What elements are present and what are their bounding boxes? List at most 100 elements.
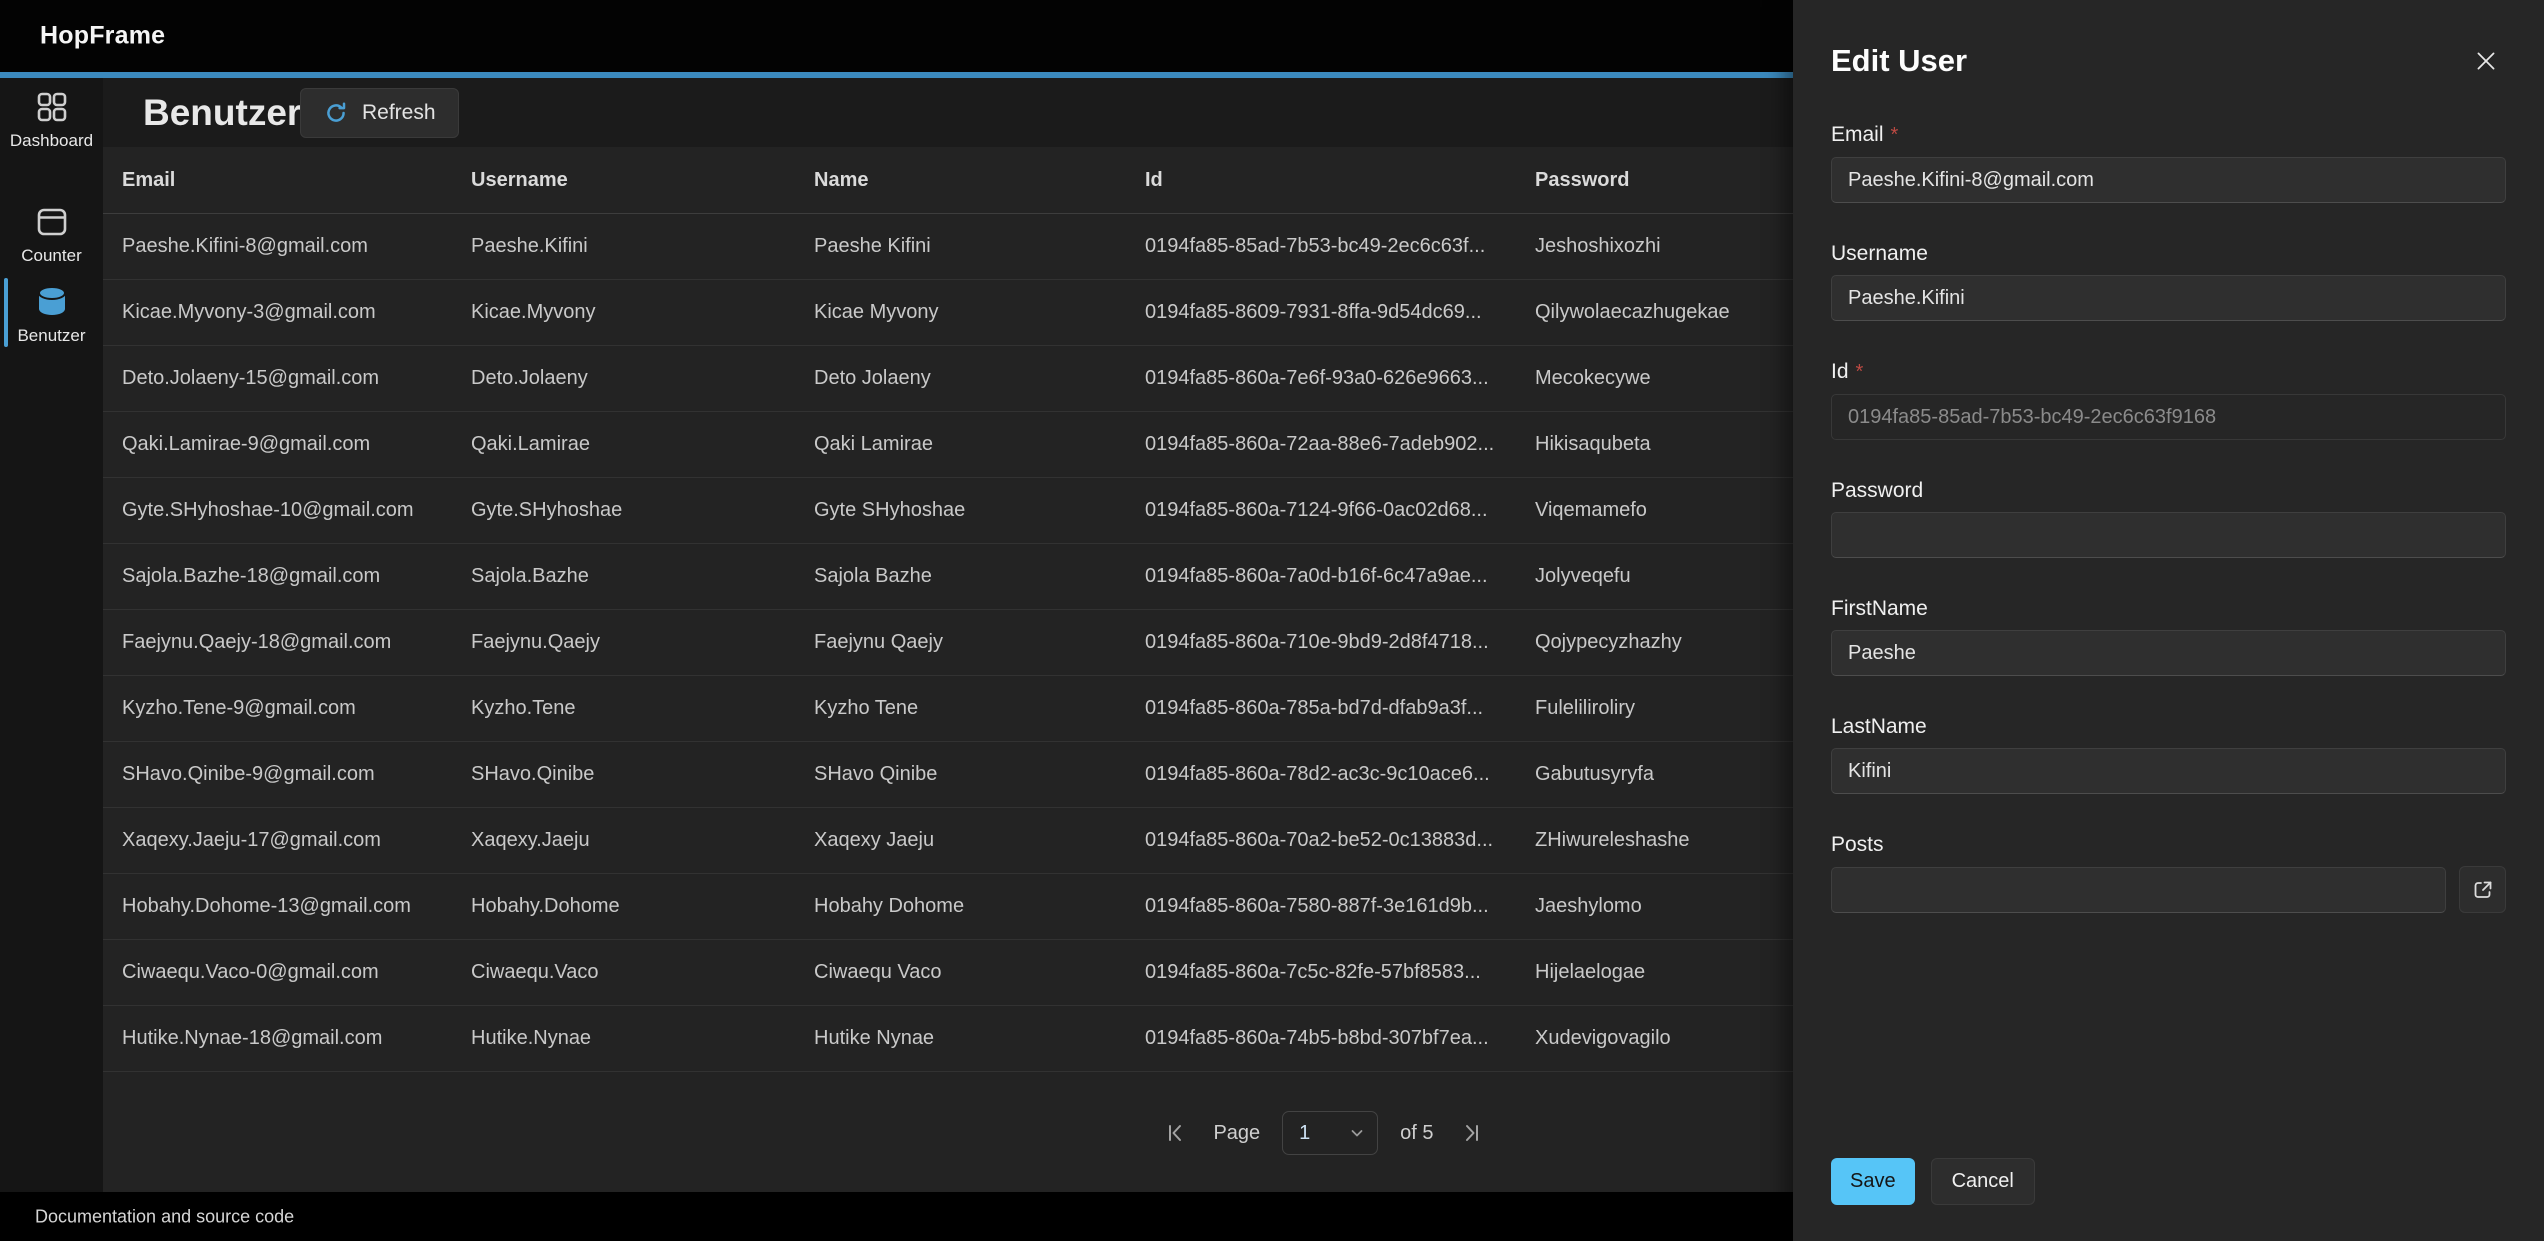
form-field: Username bbox=[1831, 241, 2506, 321]
field-input[interactable] bbox=[1831, 512, 2506, 558]
cell-name: Ciwaequ Vaco bbox=[814, 961, 1145, 984]
app-title: HopFrame bbox=[40, 22, 165, 51]
window-icon bbox=[35, 205, 69, 239]
column-header-name: Name bbox=[814, 169, 1145, 192]
cell-username: Paeshe.Kifini bbox=[471, 235, 814, 258]
last-page-button[interactable] bbox=[1456, 1118, 1486, 1148]
chevron-down-icon bbox=[1349, 1125, 1365, 1141]
page-total: of 5 bbox=[1400, 1122, 1433, 1145]
cell-id: 0194fa85-860a-785a-bd7d-dfab9a3f... bbox=[1145, 697, 1535, 720]
field-label: FirstName bbox=[1831, 596, 2506, 621]
cell-username: Kicae.Myvony bbox=[471, 301, 814, 324]
cell-name: Faejynu Qaejy bbox=[814, 631, 1145, 654]
edit-user-drawer: Edit User Email* Username bbox=[1793, 0, 2544, 1241]
cell-username: Faejynu.Qaejy bbox=[471, 631, 814, 654]
field-input bbox=[1831, 394, 2506, 440]
first-page-button[interactable] bbox=[1161, 1118, 1191, 1148]
column-header-username: Username bbox=[471, 169, 814, 192]
cell-email: Kicae.Myvony-3@gmail.com bbox=[122, 301, 471, 324]
field-label: Username bbox=[1831, 241, 2506, 266]
cell-id: 0194fa85-85ad-7b53-bc49-2ec6c63f... bbox=[1145, 235, 1535, 258]
cell-username: SHavo.Qinibe bbox=[471, 763, 814, 786]
cell-name: Kyzho Tene bbox=[814, 697, 1145, 720]
cancel-button[interactable]: Cancel bbox=[1931, 1158, 2035, 1205]
refresh-label: Refresh bbox=[362, 101, 436, 125]
cell-name: Kicae Myvony bbox=[814, 301, 1145, 324]
field-input[interactable] bbox=[1831, 748, 2506, 794]
drawer-header: Edit User bbox=[1831, 40, 2506, 82]
database-icon bbox=[35, 285, 69, 319]
close-icon bbox=[2473, 48, 2499, 74]
cell-id: 0194fa85-860a-72aa-88e6-7adeb902... bbox=[1145, 433, 1535, 456]
open-posts-button[interactable] bbox=[2459, 866, 2506, 913]
sidebar-item-label: Counter bbox=[21, 246, 81, 266]
column-header-email: Email bbox=[122, 169, 471, 192]
cell-email: Hutike.Nynae-18@gmail.com bbox=[122, 1027, 471, 1050]
close-button[interactable] bbox=[2466, 41, 2506, 81]
cell-email: Kyzho.Tene-9@gmail.com bbox=[122, 697, 471, 720]
cell-name: SHavo Qinibe bbox=[814, 763, 1145, 786]
field-label: Posts bbox=[1831, 832, 2506, 857]
cell-email: SHavo.Qinibe-9@gmail.com bbox=[122, 763, 471, 786]
form-field: Email* bbox=[1831, 122, 2506, 203]
cell-username: Xaqexy.Jaeju bbox=[471, 829, 814, 852]
cell-username: Gyte.SHyhoshae bbox=[471, 499, 814, 522]
form-field: LastName bbox=[1831, 714, 2506, 794]
cell-username: Sajola.Bazhe bbox=[471, 565, 814, 588]
form-field: Password bbox=[1831, 478, 2506, 558]
cell-username: Kyzho.Tene bbox=[471, 697, 814, 720]
cell-name: Qaki Lamirae bbox=[814, 433, 1145, 456]
current-page: 1 bbox=[1299, 1122, 1310, 1145]
refresh-button[interactable]: Refresh bbox=[300, 88, 459, 138]
grid-icon bbox=[35, 90, 69, 124]
last-page-icon bbox=[1459, 1121, 1483, 1145]
cell-name: Sajola Bazhe bbox=[814, 565, 1145, 588]
required-asterisk: * bbox=[1891, 124, 1899, 146]
cell-username: Ciwaequ.Vaco bbox=[471, 961, 814, 984]
page-select[interactable]: 1 bbox=[1282, 1111, 1378, 1155]
cell-name: Hobahy Dohome bbox=[814, 895, 1145, 918]
field-input[interactable] bbox=[1831, 630, 2506, 676]
total-pages: 5 bbox=[1422, 1122, 1433, 1144]
field-input[interactable] bbox=[1831, 157, 2506, 203]
sidebar-item-label: Benutzer bbox=[17, 326, 85, 346]
cell-id: 0194fa85-860a-710e-9bd9-2d8f4718... bbox=[1145, 631, 1535, 654]
cell-id: 0194fa85-860a-74b5-b8bd-307bf7ea... bbox=[1145, 1027, 1535, 1050]
external-link-icon bbox=[2471, 878, 2495, 902]
sidebar-item-benutzer[interactable]: Benutzer bbox=[0, 285, 103, 346]
cell-id: 0194fa85-860a-7a0d-b16f-6c47a9ae... bbox=[1145, 565, 1535, 588]
sidebar: Dashboard Counter Benutzer bbox=[0, 78, 103, 1192]
field-input[interactable] bbox=[1831, 275, 2506, 321]
cell-name: Gyte SHyhoshae bbox=[814, 499, 1145, 522]
cell-email: Faejynu.Qaejy-18@gmail.com bbox=[122, 631, 471, 654]
sidebar-item-label: Dashboard bbox=[10, 131, 93, 151]
field-label: Password bbox=[1831, 478, 2506, 503]
cell-id: 0194fa85-860a-7c5c-82fe-57bf8583... bbox=[1145, 961, 1535, 984]
cell-name: Xaqexy Jaeju bbox=[814, 829, 1145, 852]
of-label: of bbox=[1400, 1122, 1417, 1144]
cell-id: 0194fa85-860a-7e6f-93a0-626e9663... bbox=[1145, 367, 1535, 390]
column-header-id: Id bbox=[1145, 169, 1535, 192]
sidebar-item-counter[interactable]: Counter bbox=[0, 205, 103, 266]
cell-email: Qaki.Lamirae-9@gmail.com bbox=[122, 433, 471, 456]
documentation-link[interactable]: Documentation and source code bbox=[35, 1206, 294, 1227]
field-input[interactable] bbox=[1831, 867, 2446, 913]
sidebar-item-dashboard[interactable]: Dashboard bbox=[0, 90, 103, 151]
page-title: Benutzer bbox=[143, 92, 301, 134]
cell-email: Sajola.Bazhe-18@gmail.com bbox=[122, 565, 471, 588]
refresh-icon bbox=[323, 100, 349, 126]
save-button[interactable]: Save bbox=[1831, 1158, 1915, 1205]
first-page-icon bbox=[1164, 1121, 1188, 1145]
form-field: FirstName bbox=[1831, 596, 2506, 676]
cell-id: 0194fa85-860a-78d2-ac3c-9c10ace6... bbox=[1145, 763, 1535, 786]
cell-email: Paeshe.Kifini-8@gmail.com bbox=[122, 235, 471, 258]
cell-id: 0194fa85-860a-7124-9f66-0ac02d68... bbox=[1145, 499, 1535, 522]
cell-name: Hutike Nynae bbox=[814, 1027, 1145, 1050]
drawer-fields: Email* Username Id* Password bbox=[1831, 122, 2506, 913]
cell-username: Qaki.Lamirae bbox=[471, 433, 814, 456]
form-field: Id* bbox=[1831, 359, 2506, 440]
cell-username: Deto.Jolaeny bbox=[471, 367, 814, 390]
cell-username: Hobahy.Dohome bbox=[471, 895, 814, 918]
required-asterisk: * bbox=[1856, 361, 1864, 383]
cell-id: 0194fa85-860a-7580-887f-3e161d9b... bbox=[1145, 895, 1535, 918]
